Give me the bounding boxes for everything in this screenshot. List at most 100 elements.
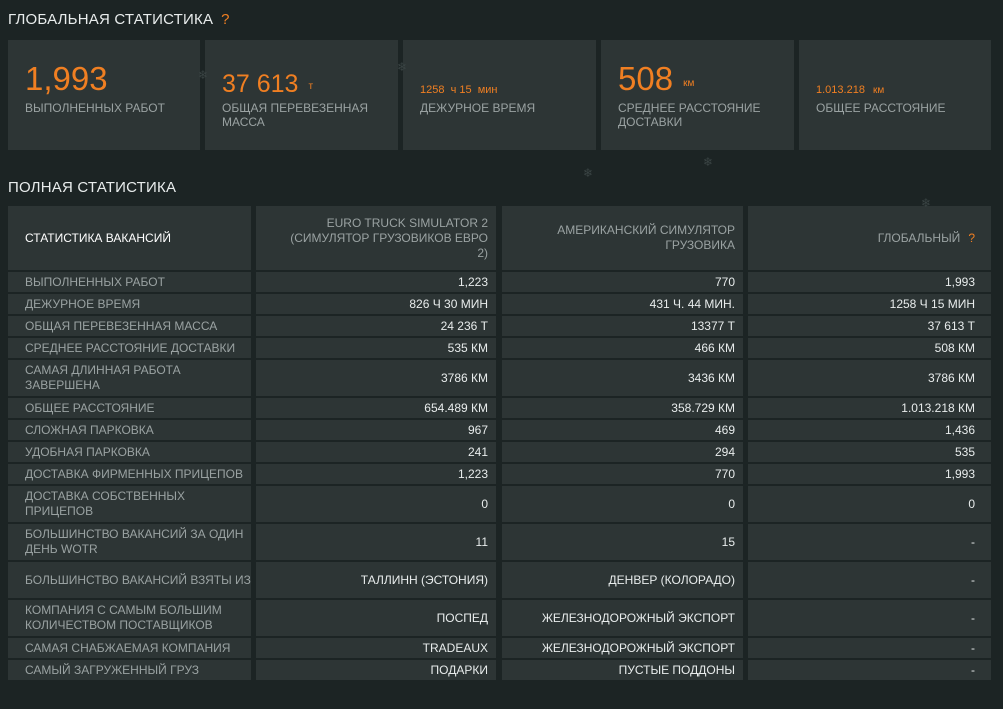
- row-value-ets2: ТАЛЛИНН (ЭСТОНИЯ): [256, 562, 496, 598]
- row-value-global: -: [748, 562, 991, 598]
- stat-card-duty-time: 1258 ч 15 мин ДЕЖУРНОЕ ВРЕМЯ: [403, 40, 596, 150]
- table-body: ВЫПОЛНЕННЫХ РАБОТ 1,223 770 1,993 ДЕЖУРНОЕ В…: [8, 272, 991, 682]
- row-label: ОБЩАЯ ПЕРЕВЕЗЕННАЯ МАССА: [8, 316, 251, 336]
- row-label: ОБЩЕЕ РАССТОЯНИЕ: [8, 398, 251, 418]
- table-row: ДЕЖУРНОЕ ВРЕМЯ 826 Ч 30 МИН 431 Ч. 44 МИН.…: [8, 294, 991, 316]
- table-row: ОБЩАЯ ПЕРЕВЕЗЕННАЯ МАССА 24 236 Т 13377 Т3…: [8, 316, 991, 338]
- global-stats-title: ГЛОБАЛЬНАЯ СТАТИСТИКА?: [8, 11, 230, 28]
- row-value-ats: ПУСТЫЕ ПОДДОНЫ: [502, 660, 743, 680]
- stat-card-label: СРЕДНЕЕ РАССТОЯНИЕ ДОСТАВКИ: [618, 101, 761, 129]
- table-row: САМАЯ ДЛИННАЯ РАБОТА ЗАВЕРШЕНА 3786 КМ 343…: [8, 360, 991, 398]
- table-row: БОЛЬШИНСТВО ВАКАНСИЙ ВЗЯТЫ ИЗ ТАЛЛИНН (ЭС…: [8, 562, 991, 600]
- row-value-ats: 13377 Т: [502, 316, 743, 336]
- row-value-ats: 770: [502, 272, 743, 292]
- row-label: САМЫЙ ЗАГРУЖЕННЫЙ ГРУЗ: [8, 660, 251, 680]
- row-value-ets2: TRADEAUX: [256, 638, 496, 658]
- row-value-ets2: 11: [256, 524, 496, 560]
- full-stats-title: ПОЛНАЯ СТАТИСТИКА: [8, 179, 177, 196]
- row-value-ats: 469: [502, 420, 743, 440]
- row-label: УДОБНАЯ ПАРКОВКА: [8, 442, 251, 462]
- table-header-row: СТАТИСТИКА ВАКАНСИЙ EURO TRUCK SIMULATOR…: [8, 206, 991, 272]
- table-row: ВЫПОЛНЕННЫХ РАБОТ 1,223 770 1,993: [8, 272, 991, 294]
- stat-card-label: ОБЩЕЕ РАССТОЯНИЕ: [816, 101, 946, 115]
- table-row: ДОСТАВКА СОБСТВЕННЫХ ПРИЦЕПОВ 0 0 0: [8, 486, 991, 524]
- row-value-ats: ЖЕЛЕЗНОДОРОЖНЫЙ ЭКСПОРТ: [502, 600, 743, 636]
- row-value-ets2: 24 236 Т: [256, 316, 496, 336]
- row-value-ats: 294: [502, 442, 743, 462]
- stat-card-mass: 37 613 т ОБЩАЯ ПЕРЕВЕЗЕННАЯ МАССА: [205, 40, 398, 150]
- stat-card-value: 37 613 т: [222, 70, 314, 98]
- header-global: ГЛОБАЛЬНЫЙ?: [748, 206, 991, 270]
- stat-card-unit: км: [683, 77, 695, 89]
- row-value-global: -: [748, 660, 991, 680]
- row-value-ats: 0: [502, 486, 743, 522]
- snowflake-icon: ❄: [198, 68, 209, 82]
- row-value-global: -: [748, 638, 991, 658]
- snowflake-icon: ❄: [583, 166, 594, 180]
- header-ats: АМЕРИКАНСКИЙ СИМУЛЯТОР ГРУЗОВИКА: [502, 206, 743, 270]
- row-value-ets2: 967: [256, 420, 496, 440]
- stat-card-label: ВЫПОЛНЕННЫХ РАБОТ: [25, 101, 165, 115]
- row-value-ets2: 826 Ч 30 МИН: [256, 294, 496, 314]
- row-value-global: 37 613 Т: [748, 316, 991, 336]
- row-label: БОЛЬШИНСТВО ВАКАНСИЙ ВЗЯТЫ ИЗ: [8, 562, 251, 598]
- row-value-ats: 3436 КМ: [502, 360, 743, 396]
- row-value-ets2: ПОСПЕД: [256, 600, 496, 636]
- row-value-ats: 770: [502, 464, 743, 484]
- stat-card-label: ОБЩАЯ ПЕРЕВЕЗЕННАЯ МАССА: [222, 101, 369, 129]
- row-value-ets2: ПОДАРКИ: [256, 660, 496, 680]
- row-value-global: 3786 КМ: [748, 360, 991, 396]
- row-value-ats: 15: [502, 524, 743, 560]
- row-value-ats: 431 Ч. 44 МИН.: [502, 294, 743, 314]
- row-value-ets2: 3786 КМ: [256, 360, 496, 396]
- row-value-global: -: [748, 600, 991, 636]
- row-label: КОМПАНИЯ С САМЫМ БОЛЬШИМ КОЛИЧЕСТВОМ ПОС…: [8, 600, 251, 636]
- row-label: ДОСТАВКА ФИРМЕННЫХ ПРИЦЕПОВ: [8, 464, 251, 484]
- row-value-ets2: 1,223: [256, 272, 496, 292]
- row-value-global: 1.013.218 КМ: [748, 398, 991, 418]
- row-value-global: 0: [748, 486, 991, 522]
- row-value-ets2: 1,223: [256, 464, 496, 484]
- stat-card-value: 508 км: [618, 60, 695, 97]
- row-value-ats: ДЕНВЕР (КОЛОРАДО): [502, 562, 743, 598]
- row-label: СЛОЖНАЯ ПАРКОВКА: [8, 420, 251, 440]
- global-stats-title-text: ГЛОБАЛЬНАЯ СТАТИСТИКА: [8, 11, 214, 28]
- table-row: САМАЯ СНАБЖАЕМАЯ КОМПАНИЯ TRADEAUX ЖЕЛЕЗНО…: [8, 638, 991, 660]
- row-value-ats: 358.729 КМ: [502, 398, 743, 418]
- stat-card-jobs: 1,993 ВЫПОЛНЕННЫХ РАБОТ: [8, 40, 200, 150]
- table-row: КОМПАНИЯ С САМЫМ БОЛЬШИМ КОЛИЧЕСТВОМ ПОС…: [8, 600, 991, 638]
- row-value-global: 1,993: [748, 272, 991, 292]
- table-row: ДОСТАВКА ФИРМЕННЫХ ПРИЦЕПОВ 1,223 770 1,993: [8, 464, 991, 486]
- row-label: САМАЯ СНАБЖАЕМАЯ КОМПАНИЯ: [8, 638, 251, 658]
- help-icon[interactable]: ?: [221, 11, 230, 28]
- stat-card-value: 1258 ч 15 мин: [420, 84, 498, 96]
- help-icon[interactable]: ?: [968, 231, 975, 246]
- row-value-global: 1,993: [748, 464, 991, 484]
- row-value-ets2: 0: [256, 486, 496, 522]
- row-label: ДЕЖУРНОЕ ВРЕМЯ: [8, 294, 251, 314]
- table-row: САМЫЙ ЗАГРУЖЕННЫЙ ГРУЗ ПОДАРКИ ПУСТЫЕ ПОДД…: [8, 660, 991, 682]
- stat-card-avg-distance: 508 км СРЕДНЕЕ РАССТОЯНИЕ ДОСТАВКИ: [601, 40, 794, 150]
- stat-card-value: 1,993: [25, 60, 108, 97]
- row-value-ats: 466 КМ: [502, 338, 743, 358]
- header-ets2: EURO TRUCK SIMULATOR 2 (СИМУЛЯТОР ГРУЗОВ…: [256, 206, 496, 270]
- table-row: УДОБНАЯ ПАРКОВКА 241 294 535: [8, 442, 991, 464]
- row-label: САМАЯ ДЛИННАЯ РАБОТА ЗАВЕРШЕНА: [8, 360, 251, 396]
- row-label: ДОСТАВКА СОБСТВЕННЫХ ПРИЦЕПОВ: [8, 486, 251, 522]
- snowflake-icon: ❄: [921, 196, 932, 210]
- row-value-global: -: [748, 524, 991, 560]
- full-stats-table: СТАТИСТИКА ВАКАНСИЙ EURO TRUCK SIMULATOR…: [8, 206, 991, 682]
- header-jobs-stats: СТАТИСТИКА ВАКАНСИЙ: [8, 206, 251, 270]
- row-value-global: 535: [748, 442, 991, 462]
- row-label: СРЕДНЕЕ РАССТОЯНИЕ ДОСТАВКИ: [8, 338, 251, 358]
- row-value-ets2: 241: [256, 442, 496, 462]
- table-row: БОЛЬШИНСТВО ВАКАНСИЙ ЗА ОДИН ДЕНЬ WOTR 11…: [8, 524, 991, 562]
- row-value-ets2: 654.489 КМ: [256, 398, 496, 418]
- row-label: БОЛЬШИНСТВО ВАКАНСИЙ ЗА ОДИН ДЕНЬ WOTR: [8, 524, 251, 560]
- row-label: ВЫПОЛНЕННЫХ РАБОТ: [8, 272, 251, 292]
- table-row: СРЕДНЕЕ РАССТОЯНИЕ ДОСТАВКИ 535 КМ 466 КМ 5…: [8, 338, 991, 360]
- row-value-global: 1258 Ч 15 МИН: [748, 294, 991, 314]
- snowflake-icon: ❄: [397, 60, 408, 74]
- global-stats-cards: 1,993 ВЫПОЛНЕННЫХ РАБОТ 37 613 т ОБЩАЯ ПЕ…: [8, 40, 991, 150]
- row-value-global: 508 КМ: [748, 338, 991, 358]
